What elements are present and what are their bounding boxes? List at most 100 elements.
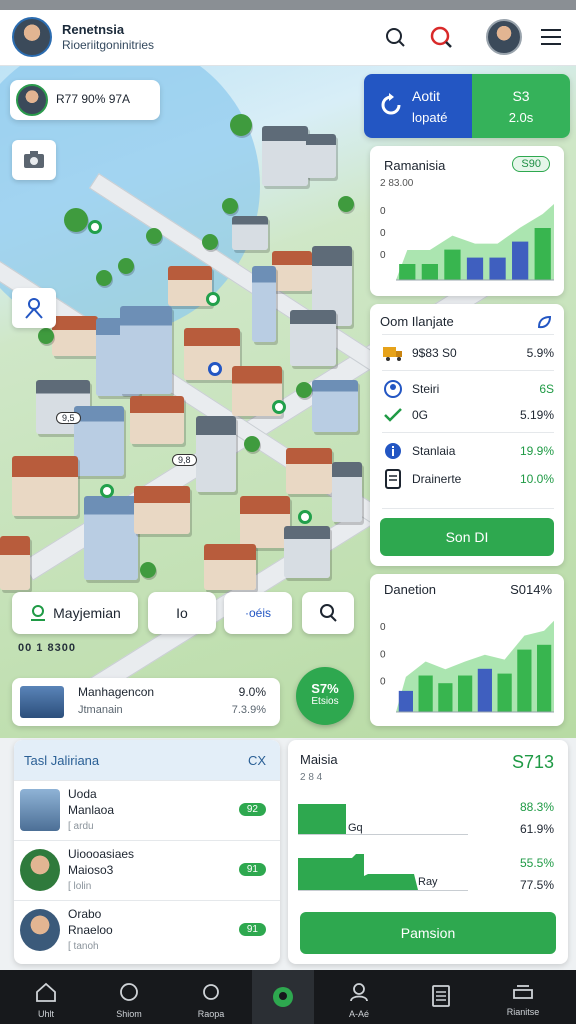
map-pin[interactable] <box>206 292 220 306</box>
check-icon <box>382 406 404 424</box>
chart-top-bar[interactable] <box>466 257 484 280</box>
list-row-value: 10.0% <box>519 472 554 486</box>
task-line-3: [ lolin <box>68 881 92 892</box>
map-tower <box>252 266 276 342</box>
map-building <box>52 316 98 356</box>
nav-label: Uhlt <box>37 1009 54 1019</box>
manage-button[interactable]: Mayjemian <box>12 592 138 634</box>
person-icon <box>350 983 368 1002</box>
map-pin[interactable] <box>100 484 114 498</box>
nav-item-inbox[interactable]: Rianitse <box>482 970 564 1024</box>
map-building <box>130 396 184 444</box>
map-building <box>290 310 336 366</box>
metrics-axis <box>298 890 468 891</box>
leaf-icon <box>537 315 552 329</box>
task-item[interactable]: Uoda Manlaoa [ ardu 92 <box>14 780 280 840</box>
chart-top-bar[interactable] <box>444 249 461 280</box>
chart-top-plot: 0 0 0 <box>380 204 554 281</box>
metrics-card: Maisia 2 8 4 S713 Gq 88.3% 61.9% Ray 55.… <box>288 740 568 964</box>
chart-card-top[interactable]: Ramanisia S90 2 83.00 0 0 0 <box>370 146 564 296</box>
chart-top-bar[interactable] <box>399 264 416 280</box>
chart-bottom-tick-label: 0 <box>380 677 386 688</box>
nav-item-profile[interactable]: A-Aé <box>318 970 400 1024</box>
nav-item-explore[interactable]: Shiom <box>88 970 170 1024</box>
map-pin[interactable] <box>298 510 312 524</box>
nav-item-reports[interactable]: Raopa <box>170 970 252 1024</box>
location-search-button[interactable] <box>428 24 454 50</box>
current-user-chip[interactable]: R77 90% 97A <box>10 80 160 120</box>
chart-bottom-bar[interactable] <box>537 644 552 712</box>
chart-bottom-bar[interactable] <box>458 675 473 712</box>
chart-top-bar[interactable] <box>512 241 529 280</box>
nav-label: Rianitse <box>506 1007 540 1017</box>
tasks-close-button[interactable]: CX <box>248 753 266 768</box>
search-button[interactable] <box>382 24 408 50</box>
chart-top-bar[interactable] <box>489 257 506 280</box>
chart-bottom-bar[interactable] <box>418 675 433 712</box>
task-item[interactable]: Orabo Rnaeloo [ tanoh 91 <box>14 900 280 960</box>
map-pin[interactable] <box>88 220 102 234</box>
stats-right-panel: S3 2.0s <box>472 74 570 138</box>
list-row-value: 5.19% <box>519 408 554 422</box>
map-pin[interactable] <box>272 400 286 414</box>
info-button-label: Io <box>176 605 188 621</box>
task-line-2: Maioso3 <box>68 863 114 877</box>
menu-button[interactable] <box>538 24 564 50</box>
chart-bottom-title: Danetion <box>384 582 437 597</box>
location-icon <box>273 987 293 1007</box>
map-building <box>196 416 236 492</box>
management-value-secondary: 7.3.9% <box>231 704 266 716</box>
map-building <box>134 486 190 534</box>
list-action-button[interactable]: Son DI <box>380 518 554 556</box>
stats-subvalue: 2.0s <box>508 110 534 125</box>
map-building <box>0 536 30 590</box>
locate-me-button[interactable] <box>12 288 56 328</box>
info-button[interactable]: Io <box>148 592 216 634</box>
stats-summary-card[interactable]: Aotit lopaté S3 2.0s <box>364 74 570 138</box>
management-value: 9.0% <box>238 685 266 699</box>
map-tree <box>222 198 238 214</box>
building-thumbnail <box>20 789 60 831</box>
map-search-button[interactable] <box>302 592 354 634</box>
task-line-3: [ tanoh <box>68 941 99 952</box>
progress-badge-label: Etsios <box>311 696 339 707</box>
profile-avatar[interactable] <box>486 19 522 55</box>
nav-item-map[interactable] <box>252 970 314 1024</box>
management-title: Manhagencon <box>78 685 155 699</box>
refresh-icon <box>381 93 401 115</box>
chart-bottom-bar[interactable] <box>517 649 532 712</box>
map-marker-label[interactable]: 9,5 <box>56 412 81 424</box>
list-row-value: 6S <box>539 382 554 396</box>
map-layers-button[interactable] <box>12 140 56 180</box>
task-line-2: Rnaeloo <box>68 923 113 937</box>
progress-badge[interactable]: S7% Etsios <box>296 667 354 725</box>
management-card[interactable]: Manhagencon Jtmanain 9.0% 7.3.9% <box>12 678 280 726</box>
truck-icon <box>382 344 404 362</box>
map-marker-label[interactable]: 9,8 <box>172 454 197 466</box>
laptop-icon <box>20 686 64 718</box>
chart-top-bar[interactable] <box>534 228 551 280</box>
app-logo-avatar[interactable] <box>12 17 52 57</box>
task-line-1: Uoda <box>68 787 97 801</box>
map-pin[interactable] <box>208 362 222 376</box>
chart-bottom-bar[interactable] <box>477 668 492 712</box>
chart-top-tick-label: 0 <box>380 228 386 239</box>
metrics-value-4: 77.5% <box>519 878 554 892</box>
task-item[interactable]: Uioooasiaes Maioso3 [ lolin 91 <box>14 840 280 900</box>
chart-top-badge: S90 <box>512 156 550 172</box>
stats-label: Aotit <box>412 88 441 104</box>
map-building <box>74 406 124 476</box>
metrics-action-button[interactable]: Pamsion <box>300 912 556 954</box>
nav-item-home[interactable]: Uhlt <box>5 970 87 1024</box>
chart-bottom-bar[interactable] <box>497 673 512 712</box>
chart-card-bottom[interactable]: Danetion S014% 0 0 0 <box>370 574 564 726</box>
chart-bottom-bar[interactable] <box>398 690 413 712</box>
map-coordinates: 00 1 8300 <box>18 642 76 654</box>
filter-button[interactable]: ·oéis <box>224 592 292 634</box>
map-tree <box>146 228 162 244</box>
chart-bottom-bar[interactable] <box>438 683 453 712</box>
task-avatar <box>20 909 60 951</box>
chart-top-bar[interactable] <box>421 264 438 280</box>
nav-item-documents[interactable] <box>400 970 482 1024</box>
task-line-1: Uioooasiaes <box>68 847 135 861</box>
